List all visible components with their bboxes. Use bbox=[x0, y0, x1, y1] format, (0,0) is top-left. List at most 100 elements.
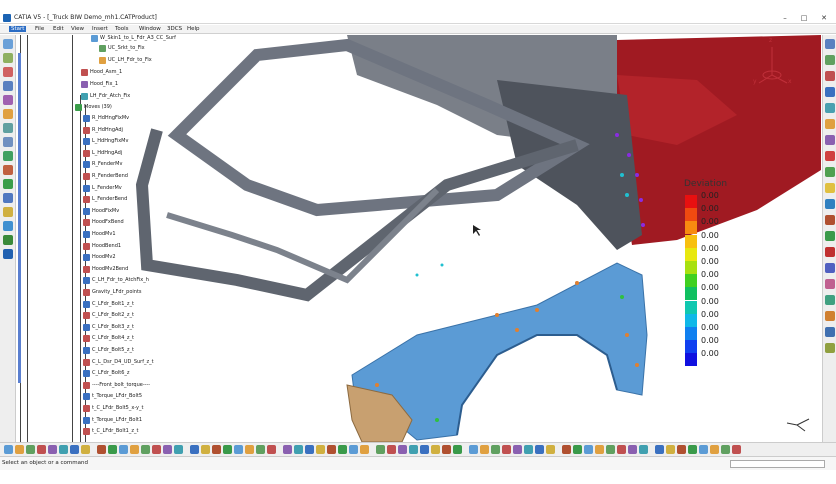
print-icon[interactable] bbox=[387, 445, 396, 454]
lighting-icon[interactable] bbox=[825, 295, 835, 305]
tree-item-move[interactable]: L_FenderBend bbox=[83, 195, 127, 204]
menu-edit[interactable]: Edit bbox=[53, 26, 64, 32]
hide-show-icon[interactable] bbox=[825, 135, 835, 145]
tree-item[interactable]: Hood_Fix_1 bbox=[81, 80, 118, 89]
paste-icon[interactable] bbox=[305, 445, 314, 454]
command-input[interactable] bbox=[730, 460, 825, 468]
print-icon[interactable] bbox=[617, 445, 626, 454]
camera-icon[interactable] bbox=[825, 311, 835, 321]
save-icon[interactable] bbox=[721, 445, 730, 454]
copy-icon[interactable] bbox=[409, 445, 418, 454]
menu-start[interactable]: Start bbox=[9, 26, 27, 32]
render-style-icon[interactable] bbox=[3, 137, 13, 147]
print-icon[interactable] bbox=[152, 445, 161, 454]
new-icon[interactable] bbox=[699, 445, 708, 454]
redo-icon[interactable] bbox=[212, 445, 221, 454]
shading-icon[interactable] bbox=[825, 103, 835, 113]
new-icon[interactable] bbox=[584, 445, 593, 454]
print-icon[interactable] bbox=[267, 445, 276, 454]
maximize-button[interactable]: □ bbox=[797, 13, 811, 23]
tree-item[interactable]: UC_Srkt_to_Fix bbox=[99, 44, 145, 53]
redo-icon[interactable] bbox=[97, 445, 106, 454]
menu-3dcs[interactable]: 3DCS bbox=[167, 26, 182, 32]
tree-item-move[interactable]: HoodMv1 bbox=[83, 230, 116, 239]
tree-item-move[interactable]: HoodMv2Bend bbox=[83, 265, 128, 274]
menu-tools[interactable]: Tools bbox=[115, 26, 129, 32]
paste-icon[interactable] bbox=[420, 445, 429, 454]
undo-icon[interactable] bbox=[546, 445, 555, 454]
simulation-icon[interactable] bbox=[3, 235, 13, 245]
tree-item-move[interactable]: ----Front_bolt_torque---- bbox=[83, 381, 150, 390]
copy-icon[interactable] bbox=[59, 445, 68, 454]
tree-item-move[interactable]: C_LFdr_Bolt5_z_t bbox=[83, 346, 134, 355]
undo-icon[interactable] bbox=[201, 445, 210, 454]
tree-item-move[interactable]: t_Torque_LFdr_Bolt5 bbox=[83, 392, 142, 401]
copy-icon[interactable] bbox=[294, 445, 303, 454]
undo-icon[interactable] bbox=[81, 445, 90, 454]
view-iso-icon[interactable] bbox=[825, 87, 835, 97]
close-button[interactable]: ✕ bbox=[817, 13, 831, 23]
cut-icon[interactable] bbox=[48, 445, 57, 454]
save-icon[interactable] bbox=[606, 445, 615, 454]
cut-icon[interactable] bbox=[398, 445, 407, 454]
open-icon[interactable] bbox=[15, 445, 24, 454]
minimize-button[interactable]: – bbox=[778, 13, 792, 23]
menu-window[interactable]: Window bbox=[139, 26, 161, 32]
view-side-icon[interactable] bbox=[825, 71, 835, 81]
tree-item-move[interactable]: C_LFdr_Bolt1_z_t bbox=[83, 300, 134, 309]
new-icon[interactable] bbox=[234, 445, 243, 454]
menu-help[interactable]: Help bbox=[187, 26, 200, 32]
tree-item-move[interactable]: L_HdHngAdj bbox=[83, 149, 122, 158]
tree-item-move[interactable]: R_FenderBend bbox=[83, 172, 128, 181]
move-icon[interactable] bbox=[3, 207, 13, 217]
tree-item[interactable]: W_Skin1_to_L_Fdr_A3_CC_Surf bbox=[91, 35, 176, 43]
new-icon[interactable] bbox=[4, 445, 13, 454]
paste-icon[interactable] bbox=[655, 445, 664, 454]
undo-icon[interactable] bbox=[431, 445, 440, 454]
paste-icon[interactable] bbox=[535, 445, 544, 454]
open-icon[interactable] bbox=[245, 445, 254, 454]
help-icon[interactable] bbox=[338, 445, 347, 454]
tree-item-move[interactable]: t_C_LFdr_Bolt5_x-y_t bbox=[83, 404, 143, 413]
tree-item[interactable]: LH_Fdr_Atch_Fix bbox=[81, 92, 130, 101]
save-icon[interactable] bbox=[256, 445, 265, 454]
open-icon[interactable] bbox=[360, 445, 369, 454]
measure-icon[interactable] bbox=[3, 165, 13, 175]
open-icon[interactable] bbox=[595, 445, 604, 454]
copy-icon[interactable] bbox=[524, 445, 533, 454]
tree-item-move[interactable]: Gravity_LFdr_points bbox=[83, 288, 142, 297]
tree-item-move[interactable]: HoodFxBend bbox=[83, 218, 124, 227]
save-icon[interactable] bbox=[141, 445, 150, 454]
constraint-icon[interactable] bbox=[825, 263, 835, 273]
tree-item-move[interactable]: C_LFdr_Bolt6_z bbox=[83, 369, 130, 378]
tree-item-move[interactable]: t_C_LFdr_Bolt1_z_t bbox=[83, 427, 138, 436]
print-icon[interactable] bbox=[502, 445, 511, 454]
cut-icon[interactable] bbox=[283, 445, 292, 454]
menu-view[interactable]: View bbox=[71, 26, 84, 32]
clash-icon[interactable] bbox=[825, 183, 835, 193]
tree-item-moves-folder[interactable]: Moves (39) bbox=[75, 103, 112, 112]
tree-item-move[interactable]: C_LH_Fdr_to_AtchFix_h bbox=[83, 276, 149, 285]
help-icon[interactable] bbox=[453, 445, 462, 454]
copy-icon[interactable] bbox=[174, 445, 183, 454]
menu-insert[interactable]: Insert bbox=[92, 26, 108, 32]
normal-view-icon[interactable] bbox=[3, 109, 13, 119]
tree-item-move[interactable]: R_FenderMv bbox=[83, 160, 122, 169]
redo-icon[interactable] bbox=[327, 445, 336, 454]
paste-icon[interactable] bbox=[190, 445, 199, 454]
feature-icon[interactable] bbox=[3, 221, 13, 231]
view-top-icon[interactable] bbox=[825, 55, 835, 65]
tolerance-icon[interactable] bbox=[3, 193, 13, 203]
views-icon[interactable] bbox=[3, 123, 13, 133]
publish-icon[interactable] bbox=[825, 343, 835, 353]
tree-item-move[interactable]: HoodMv2 bbox=[83, 253, 116, 262]
tree-item[interactable]: UC_LH_Fdr_to_Fix bbox=[99, 56, 152, 65]
tree-item-move[interactable]: C_LFdr_Bolt3_z_t bbox=[83, 323, 134, 332]
new-icon[interactable] bbox=[119, 445, 128, 454]
print-icon[interactable] bbox=[732, 445, 741, 454]
material-icon[interactable] bbox=[825, 279, 835, 289]
zoom-icon[interactable] bbox=[3, 95, 13, 105]
new-icon[interactable] bbox=[469, 445, 478, 454]
fit-all-icon[interactable] bbox=[3, 53, 13, 63]
new-icon[interactable] bbox=[349, 445, 358, 454]
